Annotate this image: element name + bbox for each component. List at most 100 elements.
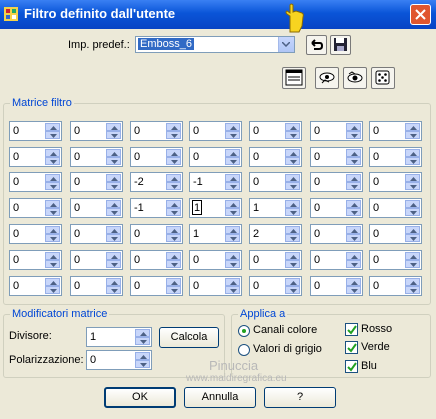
matrix-cell[interactable]: 0 [249, 250, 302, 270]
spin-up-arrow-icon[interactable] [106, 149, 121, 157]
spin-down-arrow-icon[interactable] [285, 208, 300, 216]
spin-down-arrow-icon[interactable] [405, 286, 420, 294]
spin-up-arrow-icon[interactable] [45, 200, 60, 208]
spin-down-arrow-icon[interactable] [346, 208, 361, 216]
matrix-cell[interactable]: 1 [249, 198, 302, 218]
help-button[interactable]: ? [264, 387, 336, 408]
green-checkbox[interactable] [345, 341, 358, 354]
spin-up-arrow-icon[interactable] [166, 123, 181, 131]
spin-down-arrow-icon[interactable] [45, 131, 60, 139]
matrix-cell[interactable]: 0 [369, 147, 422, 167]
matrix-cell[interactable]: 0 [310, 147, 363, 167]
spin-down-arrow-icon[interactable] [106, 260, 121, 268]
spin-down-arrow-icon[interactable] [346, 260, 361, 268]
spin-up-arrow-icon[interactable] [285, 149, 300, 157]
bias-down-arrow-icon[interactable] [135, 360, 150, 368]
spin-down-arrow-icon[interactable] [346, 234, 361, 242]
matrix-cell[interactable]: 0 [130, 250, 183, 270]
ok-button[interactable]: OK [104, 387, 176, 408]
red-checkbox[interactable] [345, 323, 358, 336]
spin-down-arrow-icon[interactable] [405, 260, 420, 268]
matrix-cell[interactable]: 0 [130, 121, 183, 141]
randomize-button[interactable] [371, 67, 395, 89]
grey-values-radio[interactable] [238, 344, 250, 356]
spin-up-arrow-icon[interactable] [166, 278, 181, 286]
spin-up-arrow-icon[interactable] [225, 226, 240, 234]
auto-proof-button[interactable] [343, 67, 367, 89]
spin-up-arrow-icon[interactable] [405, 278, 420, 286]
divisor-up-arrow-icon[interactable] [135, 329, 150, 337]
spin-up-arrow-icon[interactable] [166, 252, 181, 260]
spin-up-arrow-icon[interactable] [405, 226, 420, 234]
spin-up-arrow-icon[interactable] [45, 278, 60, 286]
spin-down-arrow-icon[interactable] [106, 286, 121, 294]
title-bar[interactable]: Filtro definito dall'utente [0, 0, 436, 29]
spin-up-arrow-icon[interactable] [346, 200, 361, 208]
matrix-cell[interactable]: 0 [189, 276, 242, 296]
matrix-cell[interactable]: 0 [9, 276, 62, 296]
spin-up-arrow-icon[interactable] [346, 226, 361, 234]
spin-down-arrow-icon[interactable] [45, 234, 60, 242]
spin-down-arrow-icon[interactable] [346, 286, 361, 294]
matrix-cell[interactable]: 0 [9, 198, 62, 218]
spin-up-arrow-icon[interactable] [346, 174, 361, 182]
spin-up-arrow-icon[interactable] [106, 123, 121, 131]
matrix-cell[interactable]: 0 [310, 121, 363, 141]
matrix-cell[interactable]: 0 [249, 147, 302, 167]
spin-down-arrow-icon[interactable] [166, 208, 181, 216]
spin-down-arrow-icon[interactable] [346, 157, 361, 165]
spin-down-arrow-icon[interactable] [346, 131, 361, 139]
spin-up-arrow-icon[interactable] [45, 149, 60, 157]
matrix-cell[interactable]: 0 [70, 276, 123, 296]
matrix-cell[interactable]: 0 [9, 121, 62, 141]
spin-up-arrow-icon[interactable] [106, 278, 121, 286]
spin-up-arrow-icon[interactable] [166, 174, 181, 182]
preset-dropdown[interactable]: Emboss_6 [135, 36, 295, 53]
matrix-cell[interactable]: 0 [310, 224, 363, 244]
spin-down-arrow-icon[interactable] [225, 234, 240, 242]
matrix-cell[interactable]: 0 [369, 198, 422, 218]
matrix-cell[interactable]: 0 [9, 250, 62, 270]
proof-button[interactable] [315, 67, 339, 89]
spin-down-arrow-icon[interactable] [45, 208, 60, 216]
matrix-cell[interactable]: 0 [369, 172, 422, 192]
spin-up-arrow-icon[interactable] [285, 174, 300, 182]
matrix-cell[interactable]: 0 [249, 121, 302, 141]
spin-down-arrow-icon[interactable] [225, 286, 240, 294]
matrix-cell[interactable]: 0 [249, 172, 302, 192]
matrix-cell[interactable]: -1 [189, 172, 242, 192]
spin-up-arrow-icon[interactable] [405, 149, 420, 157]
divisor-stepper[interactable]: 1 [86, 327, 152, 347]
spin-down-arrow-icon[interactable] [285, 131, 300, 139]
matrix-cell[interactable]: 0 [9, 224, 62, 244]
matrix-cell[interactable]: 0 [249, 276, 302, 296]
chevron-down-icon[interactable] [278, 37, 294, 52]
spin-up-arrow-icon[interactable] [106, 200, 121, 208]
spin-down-arrow-icon[interactable] [225, 157, 240, 165]
divisor-down-arrow-icon[interactable] [135, 337, 150, 345]
matrix-cell[interactable]: 1 [189, 198, 242, 218]
spin-up-arrow-icon[interactable] [346, 252, 361, 260]
close-button[interactable] [410, 4, 431, 25]
calculate-button[interactable]: Calcola [159, 327, 219, 348]
spin-up-arrow-icon[interactable] [45, 174, 60, 182]
matrix-cell[interactable]: 0 [369, 224, 422, 244]
spin-down-arrow-icon[interactable] [106, 131, 121, 139]
matrix-cell[interactable]: 0 [310, 172, 363, 192]
spin-down-arrow-icon[interactable] [285, 234, 300, 242]
matrix-cell[interactable]: 0 [70, 198, 123, 218]
spin-up-arrow-icon[interactable] [346, 149, 361, 157]
matrix-cell[interactable]: 0 [9, 147, 62, 167]
matrix-cell[interactable]: 0 [189, 147, 242, 167]
spin-up-arrow-icon[interactable] [166, 226, 181, 234]
spin-up-arrow-icon[interactable] [285, 200, 300, 208]
spin-up-arrow-icon[interactable] [106, 226, 121, 234]
spin-up-arrow-icon[interactable] [45, 123, 60, 131]
spin-up-arrow-icon[interactable] [405, 123, 420, 131]
spin-down-arrow-icon[interactable] [405, 208, 420, 216]
preview-window-button[interactable] [282, 67, 306, 89]
spin-down-arrow-icon[interactable] [285, 260, 300, 268]
spin-up-arrow-icon[interactable] [285, 123, 300, 131]
spin-up-arrow-icon[interactable] [106, 252, 121, 260]
matrix-cell[interactable]: 0 [9, 172, 62, 192]
